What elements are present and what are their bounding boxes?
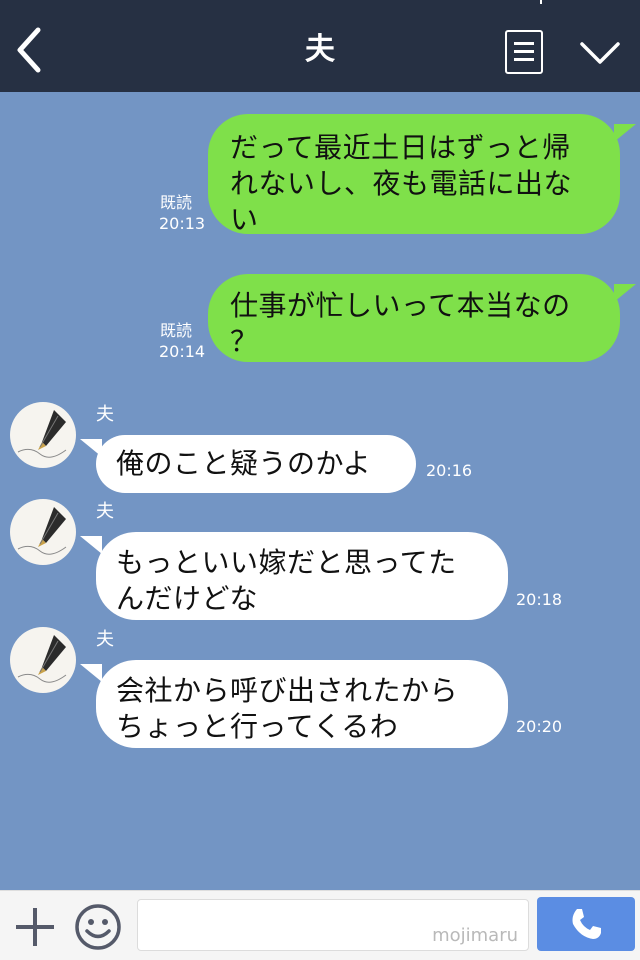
phone-icon [572,909,601,939]
emoji-button[interactable] [74,903,122,951]
call-button[interactable] [537,897,635,951]
smiley-icon [75,904,121,950]
message-line: ちょっと行ってくるわ [116,710,399,743]
note-list-line [514,58,534,61]
header-divider [540,0,542,4]
bubble-tail [80,536,102,554]
fountain-pen-icon [17,507,67,555]
outgoing-message-bubble[interactable]: 仕事が忙しいって本当なの ？ [208,274,620,362]
read-receipt: 既読 [160,321,193,340]
message-line: だって最近土日はずっと帰 [230,131,571,164]
message-line: い [230,203,259,236]
message-time: 20:14 [159,342,206,361]
message-time: 20:20 [516,717,563,736]
fountain-pen-icon [17,635,67,683]
note-list-line [514,50,534,53]
message-line: ？ [230,325,259,358]
message-time: 20:13 [159,214,206,233]
avatar[interactable] [10,499,76,565]
plus-icon-stroke [33,908,37,946]
message-time: 20:18 [516,590,563,609]
message-line: れないし、夜も電話に出な [230,167,573,200]
sender-name: 夫 [96,629,114,650]
message-line: 俺のこと疑うのかよ [116,447,372,480]
message-time: 20:16 [426,461,473,480]
incoming-message-bubble[interactable]: 俺のこと疑うのかよ [96,435,416,493]
chevron-left-icon [17,27,41,73]
message-line: 会社から呼び出されたから [116,674,459,707]
message-line: 仕事が忙しいって本当なの [230,289,571,322]
bubble-tail [614,284,636,302]
chat-header: 夫 [0,0,640,92]
sender-name: 夫 [96,501,114,522]
avatar[interactable] [10,402,76,468]
sender-name: 夫 [96,404,114,425]
input-placeholder: mojimaru [432,925,518,946]
notes-button[interactable] [505,30,543,74]
bubble-tail [80,664,102,682]
incoming-message-bubble[interactable]: 会社から呼び出されたから ちょっと行ってくるわ [96,660,508,748]
bubble-tail [614,124,636,142]
chevron-down-icon [580,42,620,64]
outgoing-message-bubble[interactable]: だって最近土日はずっと帰 れないし、夜も電話に出な い [208,114,620,236]
menu-dropdown-button[interactable] [576,28,624,76]
message-input[interactable]: mojimaru [137,899,529,951]
read-receipt: 既読 [160,193,193,212]
note-list-icon [514,42,534,45]
incoming-message-bubble[interactable]: もっといい嫁だと思ってた んだけどな [96,532,508,620]
chat-title: 夫 [305,32,335,67]
avatar[interactable] [10,627,76,693]
message-line: んだけどな [116,582,258,615]
message-line: もっといい嫁だと思ってた [116,546,457,579]
chat-area[interactable]: だって最近土日はずっと帰 れないし、夜も電話に出な い 既読 20:13 仕事が… [0,92,640,890]
plus-button[interactable] [12,904,58,950]
back-button[interactable] [10,22,54,78]
message-input-bar: mojimaru [0,890,640,960]
fountain-pen-icon [17,410,67,458]
bubble-tail [80,439,102,457]
